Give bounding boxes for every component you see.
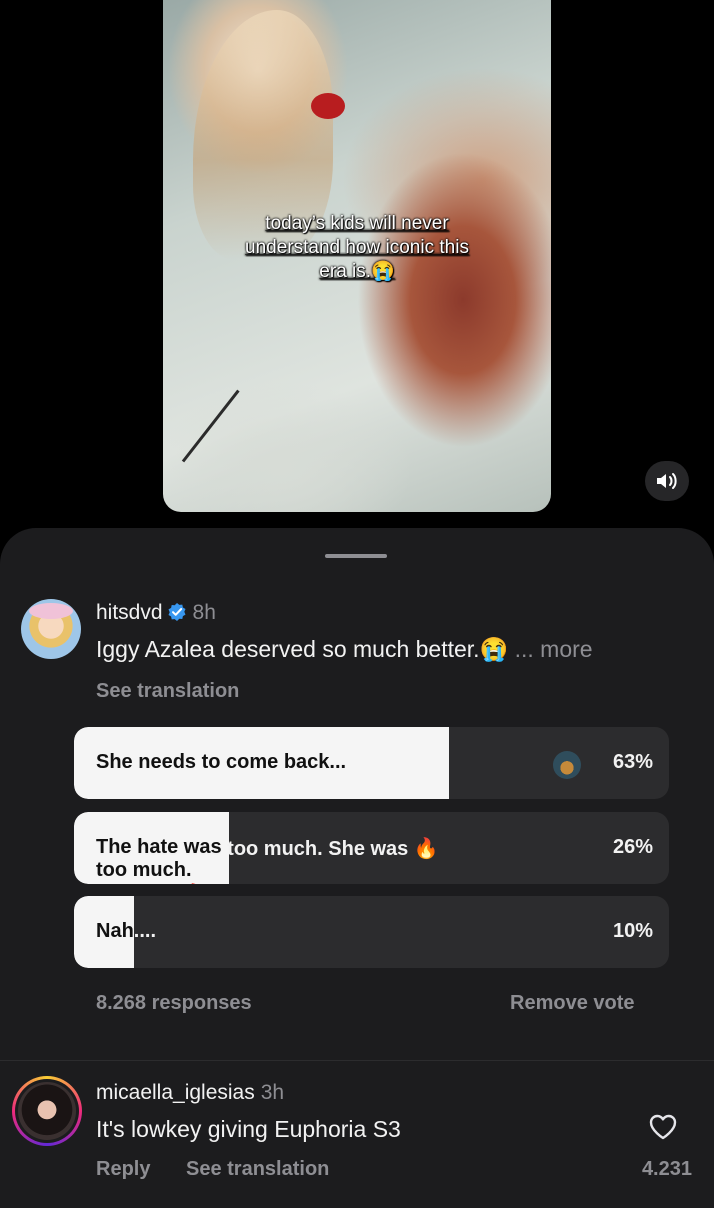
comment-header: hitsdvd 8h xyxy=(96,601,216,625)
poll-responses-count[interactable]: 8.268 responses xyxy=(96,992,252,1015)
sound-toggle-button[interactable] xyxy=(645,461,689,501)
poll-option[interactable]: She needs to come back... She needs to c… xyxy=(74,727,669,799)
poll-option-clip: She needs to come back... xyxy=(74,727,449,799)
video-lips-shape xyxy=(311,93,345,119)
remove-vote-button[interactable]: Remove vote xyxy=(510,992,635,1015)
comment-divider xyxy=(0,1060,714,1061)
voter-avatar xyxy=(553,751,581,779)
video-pole-shape xyxy=(181,389,240,463)
avatar xyxy=(18,1082,76,1140)
verified-badge-icon xyxy=(168,603,186,621)
poll-option-percent: 26% xyxy=(612,836,653,858)
avatar[interactable] xyxy=(21,599,81,659)
username[interactable]: hitsdvd xyxy=(96,601,163,624)
username[interactable]: micaella_iglesias xyxy=(96,1081,255,1104)
comments-sheet: hitsdvd 8h Iggy Azalea deserved so much … xyxy=(0,528,714,1208)
reply-time: 3h xyxy=(260,1081,285,1104)
see-translation-link[interactable]: See translation xyxy=(186,1158,329,1181)
see-translation-link[interactable]: See translation xyxy=(96,680,239,703)
poll-option-percent: 63% xyxy=(612,751,653,773)
reply-button[interactable]: Reply xyxy=(96,1158,150,1181)
caption-line: understand how iconic this xyxy=(245,237,469,258)
more-link[interactable]: ... more xyxy=(515,636,593,662)
poll-option-clip: Nah.... xyxy=(74,896,134,968)
poll-option[interactable]: Nah.... Nah.... 10% xyxy=(74,896,669,968)
video-caption: today’s kids will never understand how i… xyxy=(163,212,551,284)
video-player[interactable]: today’s kids will never understand how i… xyxy=(163,0,551,512)
speaker-icon xyxy=(657,473,677,489)
poll-option-percent: 10% xyxy=(612,920,653,942)
poll-option-label-on-fill: The hate was too much. She was 🔥 xyxy=(96,836,222,881)
comment-body: Iggy Azalea deserved so much better.😭 xyxy=(96,636,509,662)
sheet-drag-handle[interactable] xyxy=(325,554,387,558)
poll-option-label-on-fill: Nah.... xyxy=(96,920,134,942)
poll-option-clip: The hate was too much. She was 🔥 xyxy=(74,812,229,884)
poll-option-label-on-fill: She needs to come back... xyxy=(96,751,347,773)
caption-line: today’s kids will never xyxy=(265,213,449,234)
reply-header: micaella_iglesias 3h xyxy=(96,1081,284,1105)
heart-icon[interactable] xyxy=(648,1113,678,1141)
caption-line: era is.😭 xyxy=(319,261,395,282)
comment-time: 8h xyxy=(192,601,216,624)
comment-text: Iggy Azalea deserved so much better.😭 ..… xyxy=(96,636,593,663)
like-count: 4.231 xyxy=(641,1158,692,1180)
poll-option[interactable]: The hate was too much. She was 🔥 The hat… xyxy=(74,812,669,884)
reply-text: It's lowkey giving Euphoria S3 xyxy=(96,1116,401,1142)
avatar-story-ring[interactable] xyxy=(12,1076,82,1146)
